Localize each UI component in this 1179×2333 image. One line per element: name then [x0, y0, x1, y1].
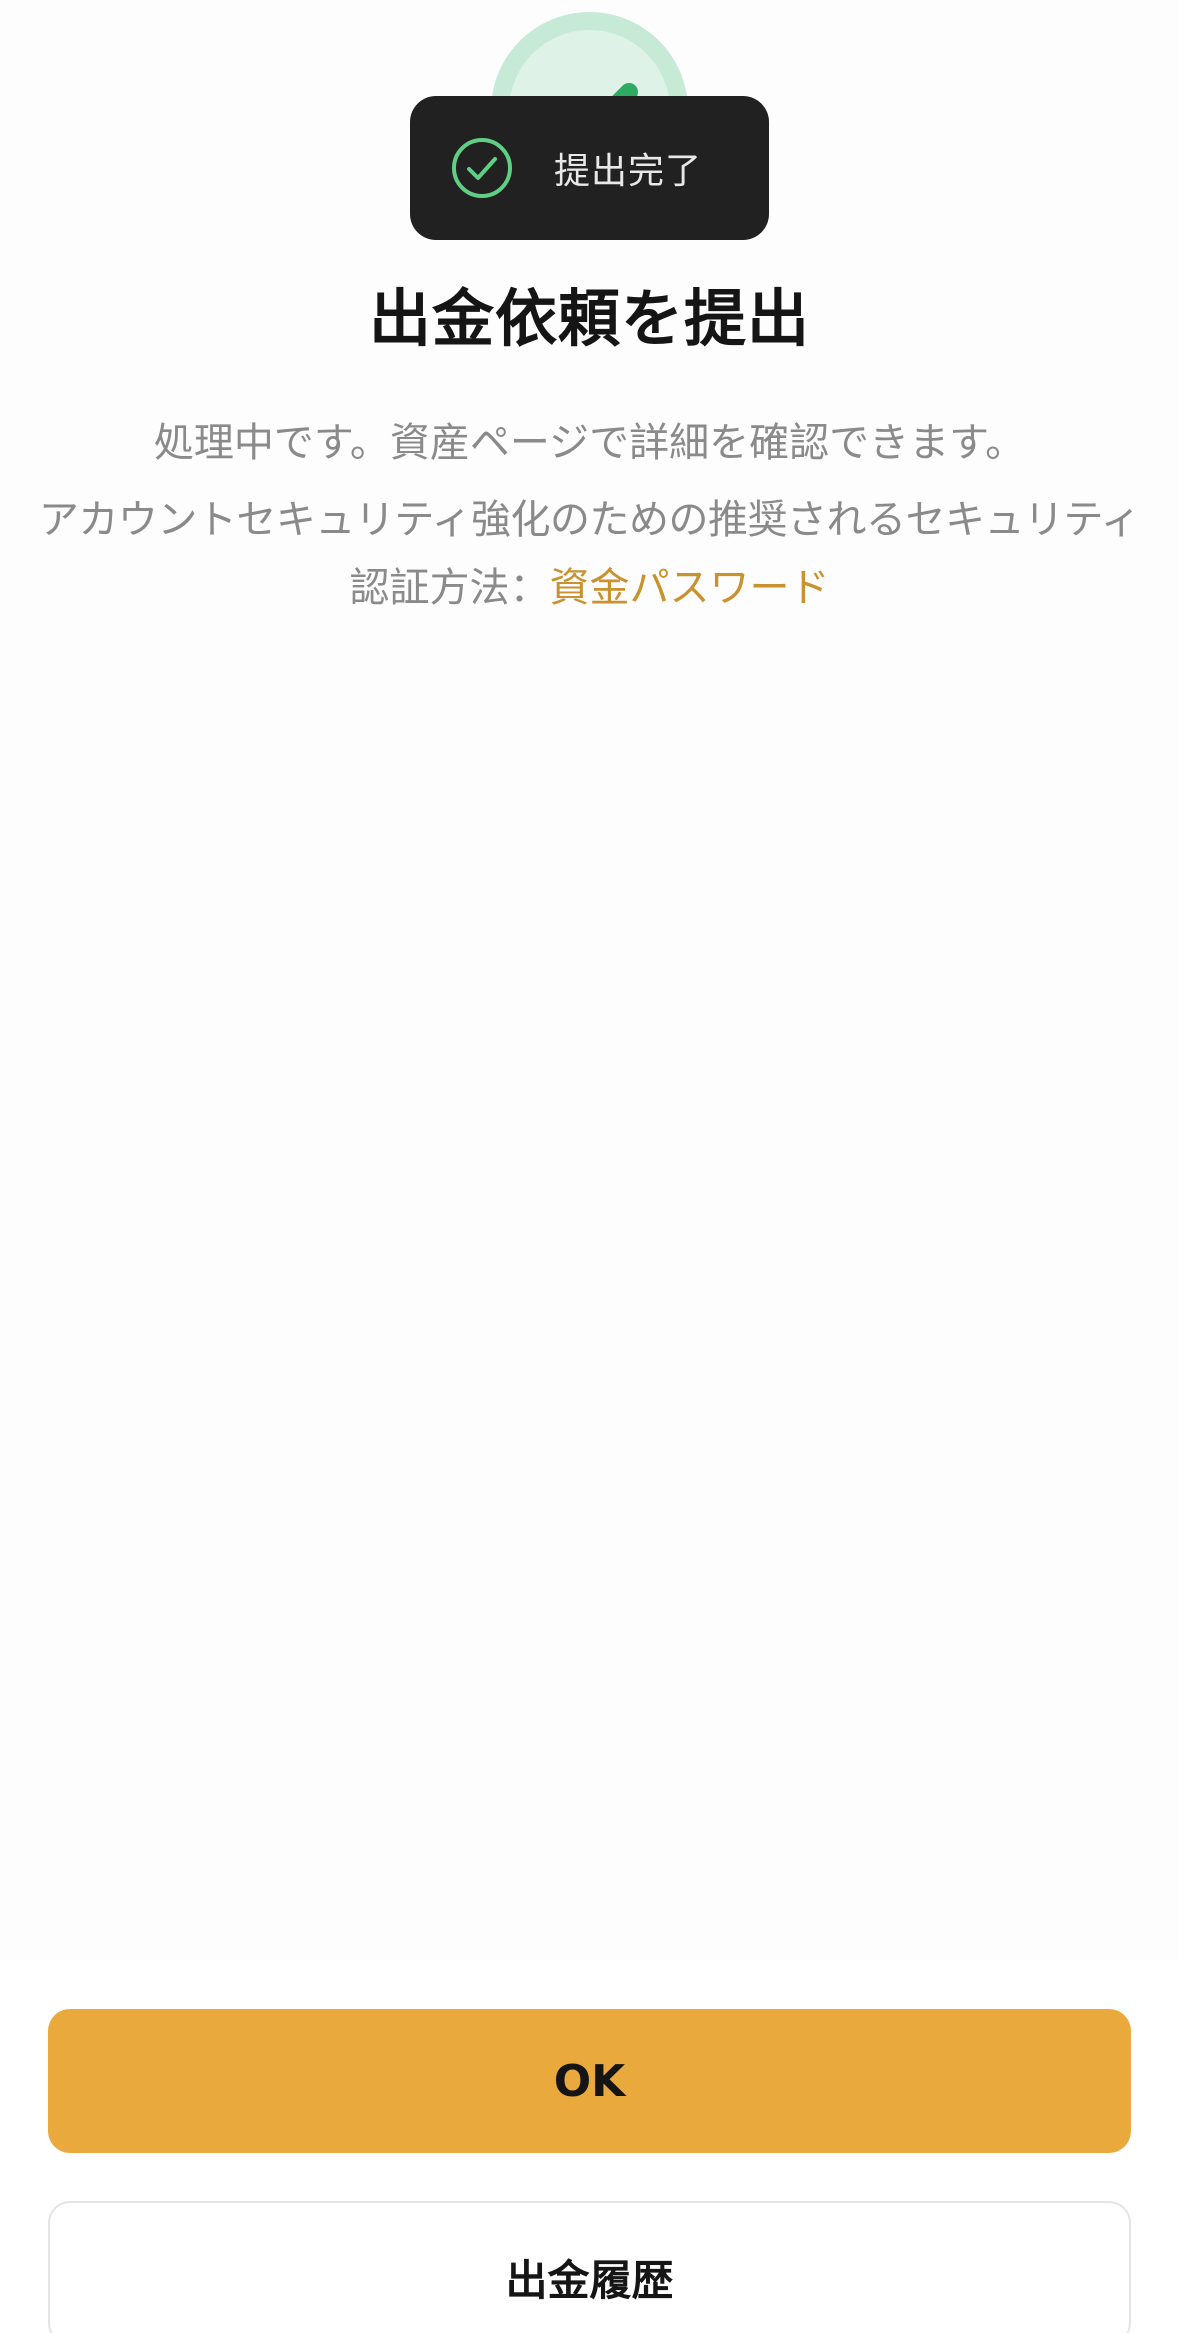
ok-button[interactable]: OK: [48, 2009, 1131, 2153]
security-method-line: 認証方法：資金パスワード: [0, 555, 1179, 613]
toast-notification: 提出完了: [410, 96, 769, 240]
status-message: 処理中です。資産ページで詳細を確認できます。: [153, 420, 1026, 466]
security-recommendation: アカウントセキュリティ強化のための推奨されるセキュリティ: [38, 497, 1141, 543]
security-method-label: 認証方法：: [349, 565, 550, 611]
fund-password-link[interactable]: 資金パスワード: [550, 565, 830, 611]
withdrawal-submitted-screen: 提出完了 出金依頼を提出 処理中です。資産ページで詳細を確認できます。 アカウン…: [0, 0, 1179, 2333]
page-title: 出金依頼を提出: [368, 282, 810, 355]
withdrawal-history-button[interactable]: 出金履歴: [48, 2201, 1131, 2333]
toast-text: 提出完了: [554, 151, 703, 192]
check-circle-icon: [452, 138, 512, 198]
